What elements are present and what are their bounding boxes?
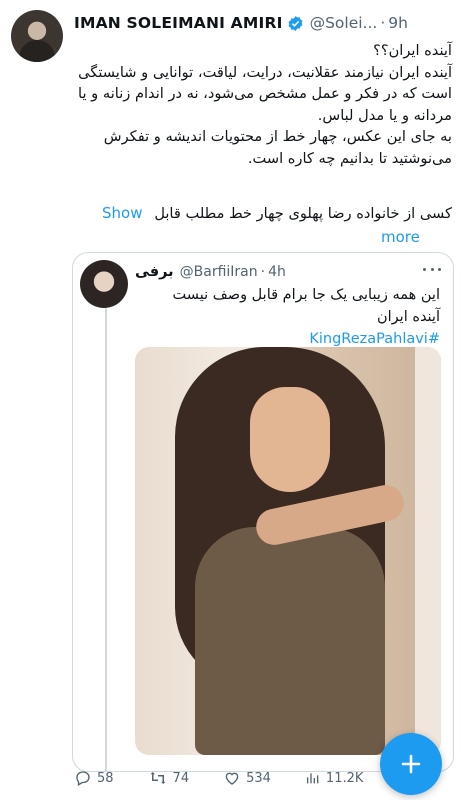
photo-face	[250, 387, 330, 492]
tweet-line: به جای این عکس، چهار خط از محتویات اندیش…	[103, 128, 452, 167]
tweet-header: IMAN SOLEIMANI AMIRI @Solei... · 9h	[74, 12, 456, 34]
author-handle[interactable]: @Solei...	[310, 14, 378, 32]
retweet-button[interactable]: 74	[148, 769, 190, 787]
plus-icon	[401, 754, 421, 774]
views-button[interactable]: 11.2K	[305, 769, 363, 787]
compose-button[interactable]	[380, 733, 442, 795]
photo-stair-rail	[415, 347, 441, 755]
tweet-line: آینده ایران؟؟	[373, 42, 452, 59]
reply-icon	[76, 771, 90, 786]
like-count: 534	[246, 770, 271, 786]
separator-dot: ·	[380, 14, 386, 32]
heart-icon	[225, 772, 239, 785]
quote-author-name[interactable]: برفی	[135, 264, 174, 280]
quoted-photo[interactable]	[135, 347, 441, 755]
reply-count: 58	[97, 770, 114, 786]
show-more-link[interactable]: Show	[102, 203, 142, 225]
tweet-time[interactable]: 9h	[388, 14, 408, 32]
show-more-link-continued[interactable]: more	[381, 227, 420, 249]
author-name[interactable]: IMAN SOLEIMANI AMIRI	[74, 14, 283, 32]
like-button[interactable]: 534	[223, 769, 271, 787]
more-options-icon[interactable]	[423, 262, 441, 276]
quote-author-handle[interactable]: @BarfiiIran	[180, 264, 258, 280]
tweet-text: آینده ایران؟؟ آینده ایران نیازمند عقلانی…	[74, 40, 452, 169]
quote-text: این همه زیبایی یک جا برام قابل وصف نیست …	[140, 284, 440, 350]
tweet-line: آینده ایران نیازمند عقلانیت، درایت، لیاق…	[78, 63, 452, 124]
quote-header: برفی @BarfiiIran · 4h	[135, 262, 435, 282]
quote-line: این همه زیبایی یک جا برام قابل وصف نیست	[172, 287, 440, 303]
quote-author-avatar[interactable]	[80, 260, 128, 308]
quote-time[interactable]: 4h	[268, 264, 286, 280]
views-icon	[306, 773, 319, 784]
separator-dot: ·	[260, 264, 266, 280]
author-avatar[interactable]	[11, 10, 63, 62]
views-count: 11.2K	[325, 770, 364, 786]
photo-dress	[195, 527, 385, 755]
thread-line	[105, 308, 107, 772]
retweet-icon	[150, 772, 166, 784]
retweet-count: 74	[172, 770, 190, 786]
quote-line: آینده ایران	[377, 309, 440, 325]
reply-button[interactable]: 58	[74, 769, 114, 787]
verified-badge-icon	[287, 15, 304, 32]
